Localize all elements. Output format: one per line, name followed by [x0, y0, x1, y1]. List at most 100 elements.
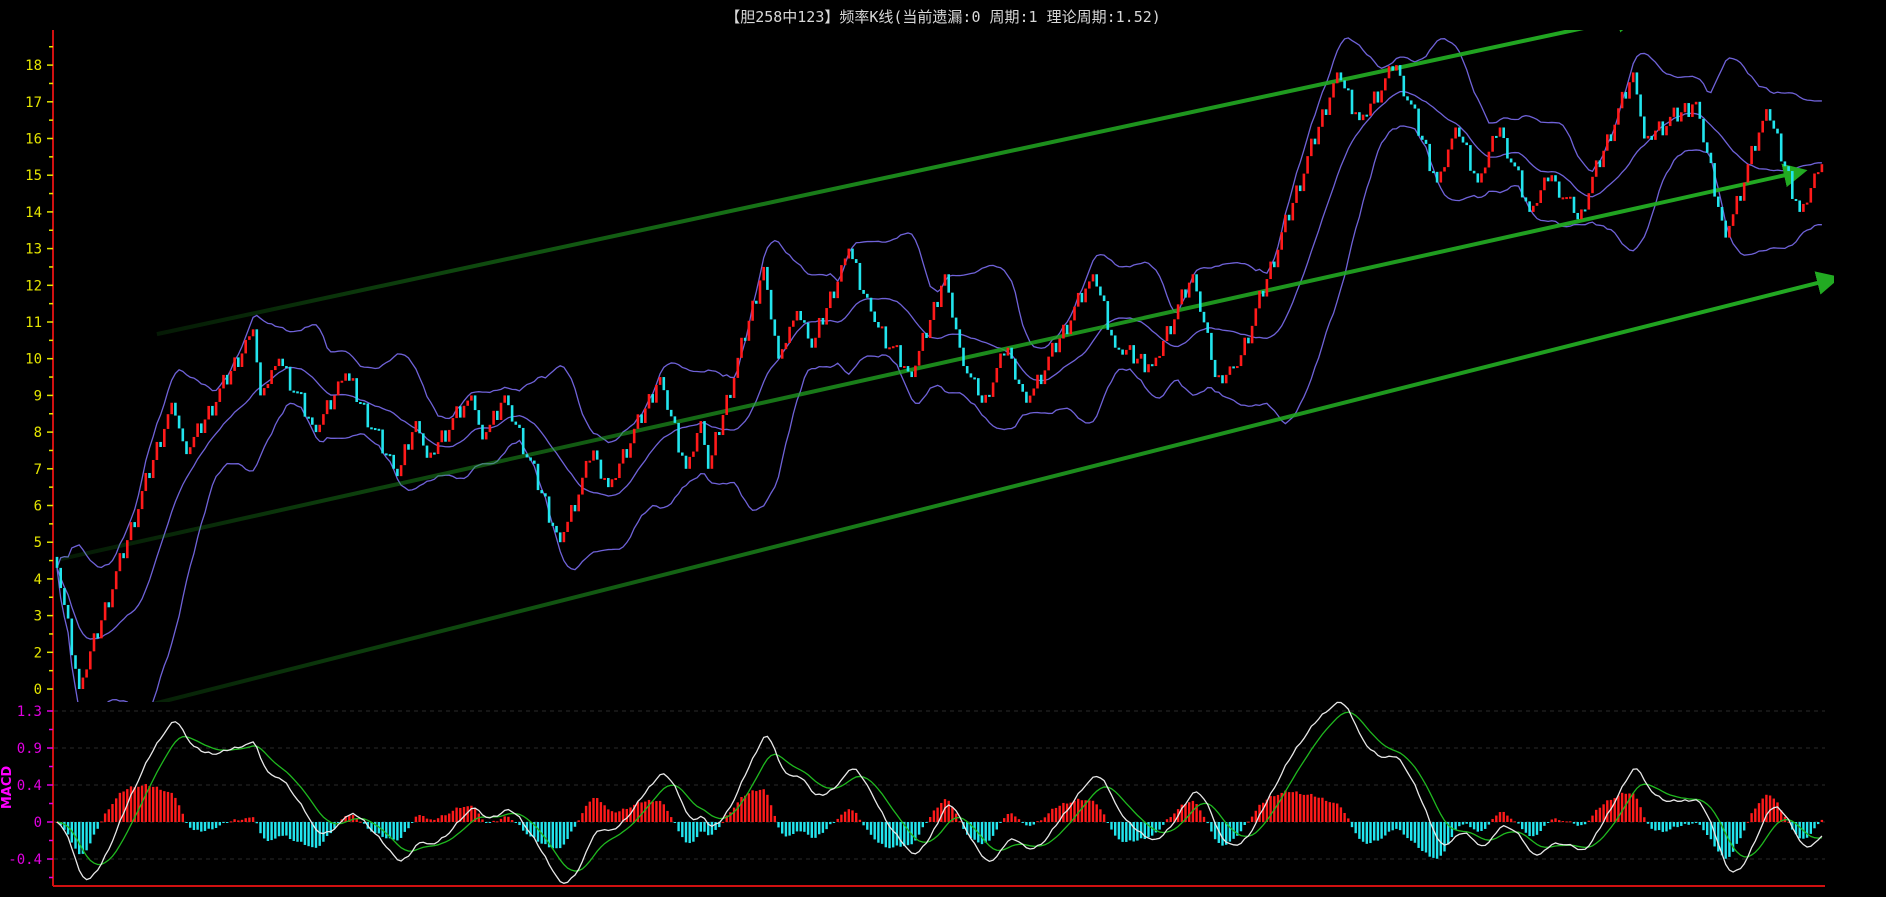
macd-histogram-bar [1336, 803, 1339, 822]
candle [1421, 135, 1424, 140]
macd-histogram-bar [677, 822, 680, 832]
candle [988, 394, 991, 397]
candle [1354, 112, 1357, 115]
candle [314, 424, 318, 433]
macd-histogram-bar [588, 801, 591, 822]
macd-histogram-bar [222, 822, 225, 823]
macd-histogram-bar [840, 814, 843, 822]
candle [1594, 160, 1598, 177]
macd-histogram-bar [314, 822, 318, 848]
dif-line [56, 701, 1823, 885]
candle [692, 451, 695, 457]
macd-histogram-bar [1435, 822, 1439, 859]
macd-histogram-bar [929, 816, 932, 822]
macd-histogram-bar [448, 813, 451, 822]
candle [795, 310, 799, 321]
candle [259, 362, 262, 396]
candle [1062, 324, 1065, 339]
macd-histogram-bar [200, 822, 203, 832]
candle [392, 454, 395, 469]
candle [377, 428, 381, 431]
candle [385, 453, 388, 456]
macd-histogram-bar [1450, 822, 1454, 838]
candle [858, 262, 862, 290]
y-tick-label: 4 [34, 572, 42, 588]
candle [1635, 72, 1639, 95]
macd-histogram-bar [129, 786, 133, 822]
macd-histogram-bar [1809, 822, 1812, 834]
candle [940, 285, 943, 308]
macd-histogram-bar [1683, 822, 1687, 824]
candle [1724, 220, 1727, 238]
candle [755, 300, 758, 304]
macd-histogram-bar [1088, 800, 1091, 822]
macd-histogram-bar [1805, 822, 1809, 838]
candle [1376, 91, 1380, 103]
candle [1387, 66, 1391, 79]
candle [1128, 345, 1132, 350]
macd-histogram-bar [847, 809, 850, 822]
y-tick-label: 11 [25, 315, 42, 331]
macd-histogram-bar [773, 815, 776, 822]
candle [843, 258, 847, 266]
macd-histogram-bar [163, 791, 166, 822]
macd-histogram-bar [1676, 822, 1679, 828]
candle [718, 431, 721, 436]
candle [277, 358, 281, 367]
candle [1243, 337, 1246, 356]
candle [991, 382, 995, 397]
candle [610, 479, 614, 488]
macd-histogram-bar [1387, 822, 1391, 832]
candle [710, 455, 714, 469]
macd-histogram-bar [1202, 816, 1206, 822]
candle [126, 540, 129, 559]
macd-histogram-bar [1347, 818, 1350, 822]
candle [1221, 375, 1224, 384]
macd-histogram-bar [655, 801, 658, 822]
candle [140, 491, 144, 510]
candle [85, 669, 88, 678]
macd-histogram-bar [259, 822, 262, 834]
candle [1139, 353, 1143, 359]
candle [1302, 173, 1306, 192]
candle [325, 400, 329, 415]
macd-histogram-bar [1680, 822, 1683, 826]
candle [1709, 152, 1713, 164]
macd-histogram-bar [747, 793, 751, 822]
macd-histogram-bar [436, 818, 440, 822]
candle [777, 335, 780, 359]
candle [1761, 120, 1764, 133]
macd-histogram-bar [1509, 818, 1513, 822]
candle [1802, 203, 1805, 212]
candle [262, 388, 266, 396]
macd-histogram-bar [836, 818, 839, 822]
candle [884, 326, 888, 349]
candle [1095, 274, 1098, 287]
candle [1768, 109, 1772, 121]
candle [825, 308, 828, 325]
candle [89, 651, 92, 670]
candle [536, 463, 540, 491]
candle [251, 329, 255, 337]
macd-tick-label: 1.3 [17, 704, 42, 720]
macd-histogram-bar [1373, 822, 1376, 841]
trend-line-middle [60, 163, 1808, 562]
candle [477, 410, 481, 425]
macd-histogram-bar [1247, 821, 1250, 823]
macd-histogram-bar [307, 822, 310, 847]
candle [1413, 104, 1417, 109]
candle [1391, 66, 1394, 71]
macd-histogram-bar [1443, 822, 1446, 852]
candle [1776, 128, 1779, 134]
macd-histogram-bar [1054, 807, 1058, 822]
candle [1535, 202, 1539, 206]
macd-histogram-bar [89, 822, 92, 844]
candle [1657, 121, 1661, 131]
candle [1106, 301, 1110, 330]
macd-histogram-bar [1310, 793, 1313, 822]
candle [1228, 366, 1232, 375]
candle [1125, 349, 1128, 355]
candle [381, 429, 384, 454]
candle [429, 452, 432, 458]
macd-histogram-bar [189, 822, 192, 828]
